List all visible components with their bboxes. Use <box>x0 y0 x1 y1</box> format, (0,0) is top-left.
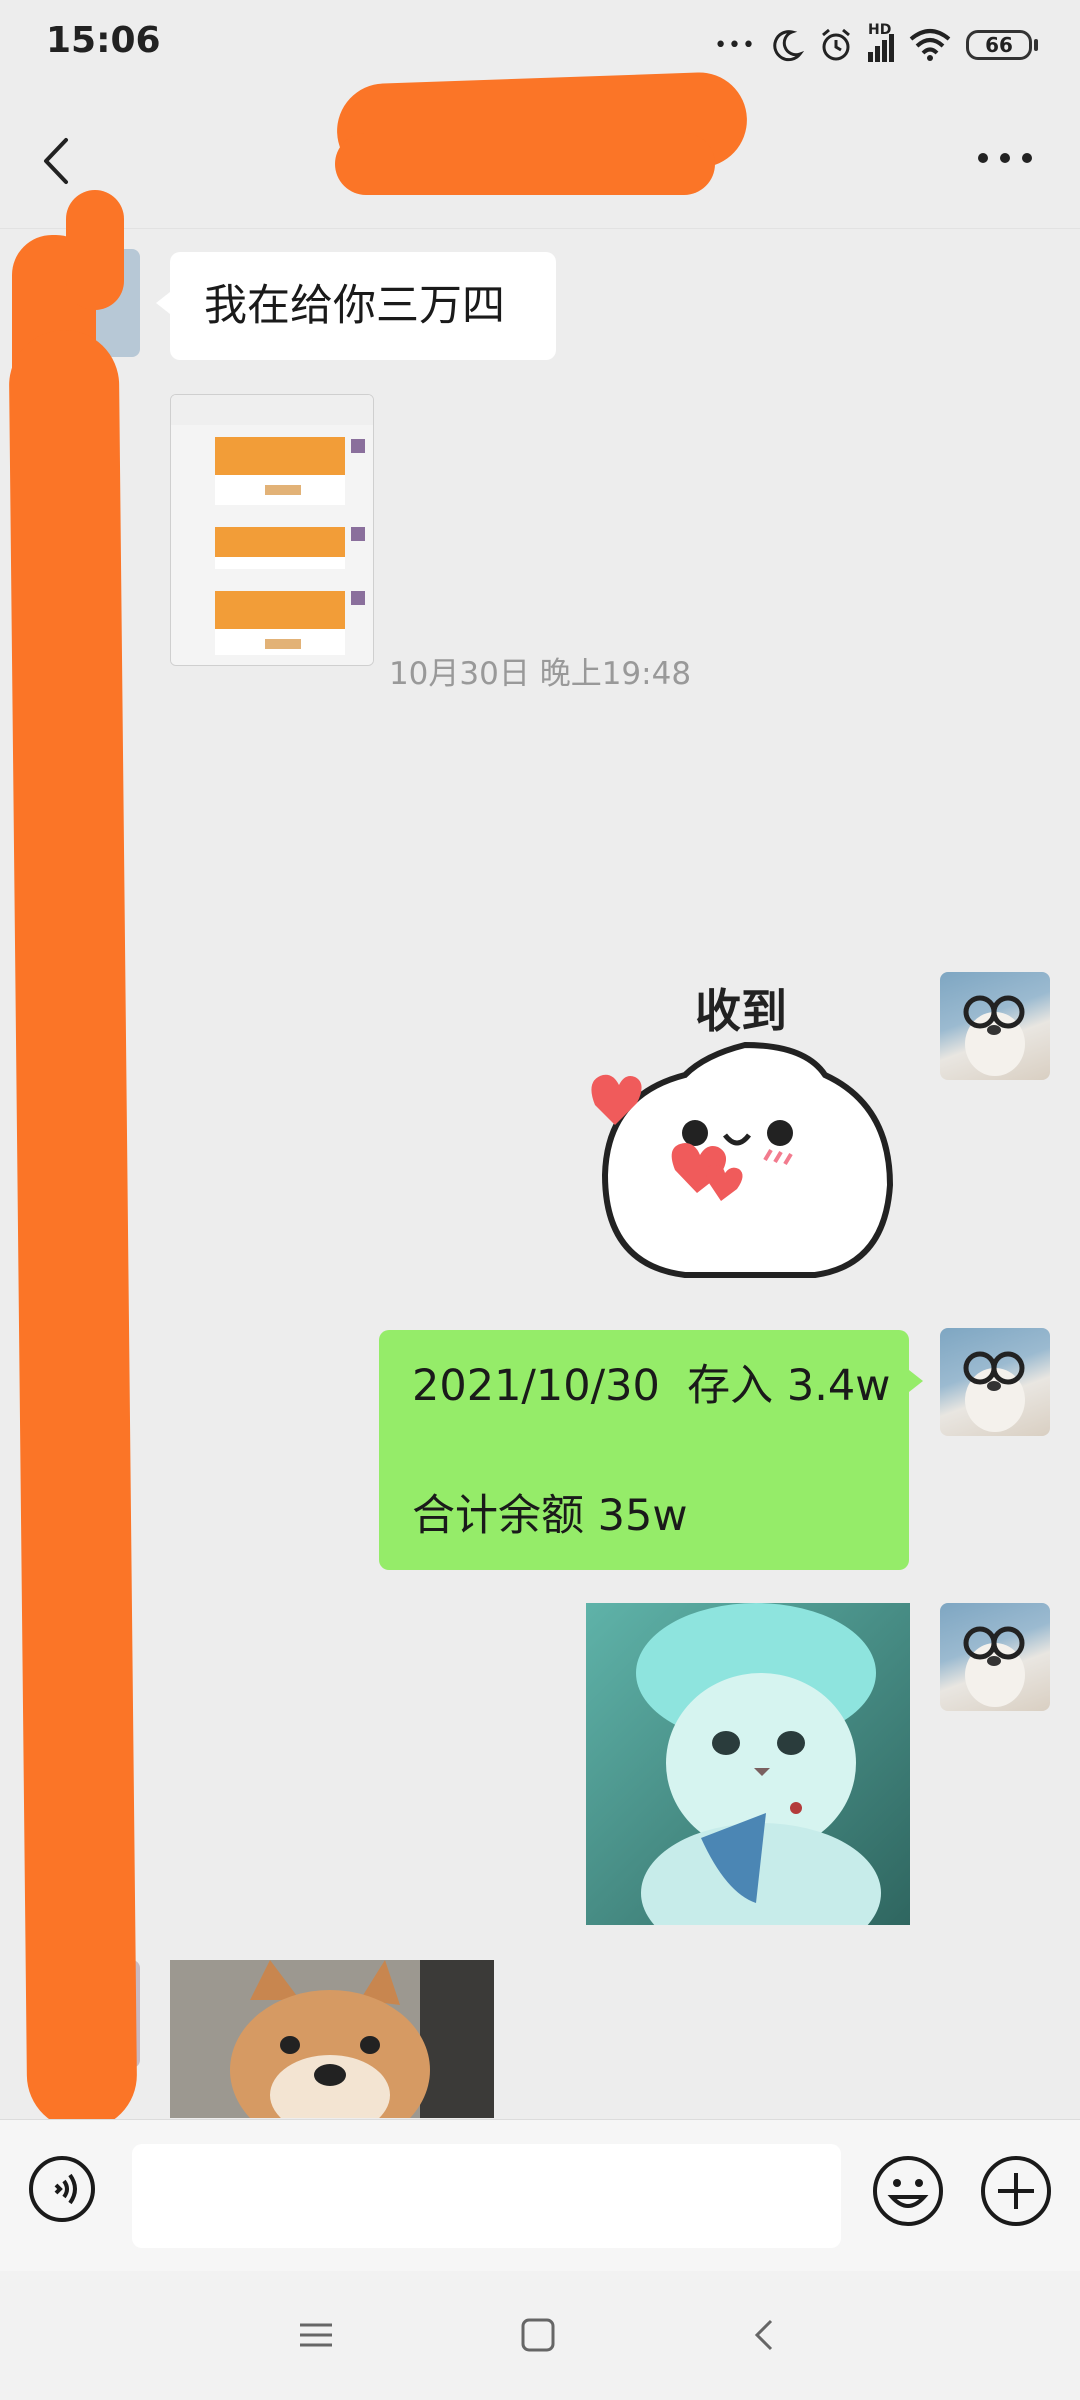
incoming-image-message[interactable] <box>170 394 374 666</box>
outgoing-text-message[interactable]: 2021/10/30 存入 3.4w 合计余额 35w <box>379 1330 923 1570</box>
system-navigation-bar <box>0 2271 1080 2400</box>
cat-photo-icon <box>586 1603 910 1925</box>
my-avatar[interactable] <box>940 972 1050 1080</box>
system-back-button[interactable] <box>745 2311 785 2359</box>
back-button[interactable] <box>30 126 90 196</box>
message-timestamp: 10月30日 晚上19:48 <box>388 656 692 692</box>
emoji-button[interactable] <box>872 2155 944 2227</box>
message-input[interactable] <box>132 2144 841 2248</box>
more-options-button[interactable] <box>970 138 1040 178</box>
status-bar: 15:06 ••• HD 66 <box>0 0 1080 88</box>
emoji-icon <box>873 2156 943 2226</box>
outgoing-image-message[interactable] <box>586 1603 910 1925</box>
alarm-icon <box>822 28 850 61</box>
back-arrow-icon <box>754 2319 773 2351</box>
more-functions-button[interactable] <box>980 2155 1052 2227</box>
signal-icon: HD <box>868 22 894 62</box>
shiba-photo-icon <box>170 1960 494 2118</box>
chat-message-list[interactable]: 我在给你三万四 10月30日 晚上19:48 <box>0 229 1080 2119</box>
screenshot-thumbnail-icon <box>171 395 373 665</box>
more-horizontal-icon <box>978 153 1032 163</box>
network-type-label: HD <box>868 22 892 38</box>
redaction-mark <box>8 329 138 2131</box>
menu-icon <box>300 2323 332 2347</box>
incoming-text-message[interactable]: 我在给你三万四 <box>156 252 556 360</box>
incoming-image-message[interactable] <box>170 1960 494 2118</box>
message-input-bar <box>0 2119 1080 2272</box>
dog-photo-icon <box>963 1626 1025 1707</box>
recent-apps-button[interactable] <box>296 2311 336 2359</box>
home-button[interactable] <box>518 2311 558 2359</box>
battery-level: 66 <box>966 30 1032 60</box>
voice-icon <box>29 2156 95 2222</box>
voice-input-button[interactable] <box>28 2155 96 2223</box>
chevron-left-icon <box>44 138 68 184</box>
plus-circle-icon <box>981 2156 1051 2226</box>
sticker-message[interactable]: 收到 <box>585 975 905 1293</box>
dog-photo-icon <box>963 995 1025 1076</box>
redacted-contact-name <box>335 133 715 195</box>
dog-photo-icon <box>963 1351 1025 1432</box>
my-avatar[interactable] <box>940 1328 1050 1436</box>
more-notifications-icon: ••• <box>714 32 756 58</box>
my-avatar[interactable] <box>940 1603 1050 1711</box>
chat-header <box>0 70 1080 229</box>
sticker-image: 收到 <box>591 984 894 1278</box>
message-text-line: 合计余额 35w <box>412 1491 688 1541</box>
wifi-icon <box>909 29 951 61</box>
status-icons: ••• HD 66 <box>714 22 1038 68</box>
message-text: 我在给你三万四 <box>204 281 505 331</box>
status-time: 15:06 <box>46 20 161 61</box>
message-text-line: 2021/10/30 存入 3.4w <box>412 1361 891 1411</box>
redaction-mark <box>66 190 124 310</box>
sticker-caption: 收到 <box>695 984 787 1038</box>
moon-icon <box>773 30 804 62</box>
battery-icon: 66 <box>966 30 1038 60</box>
square-icon <box>521 2318 555 2352</box>
